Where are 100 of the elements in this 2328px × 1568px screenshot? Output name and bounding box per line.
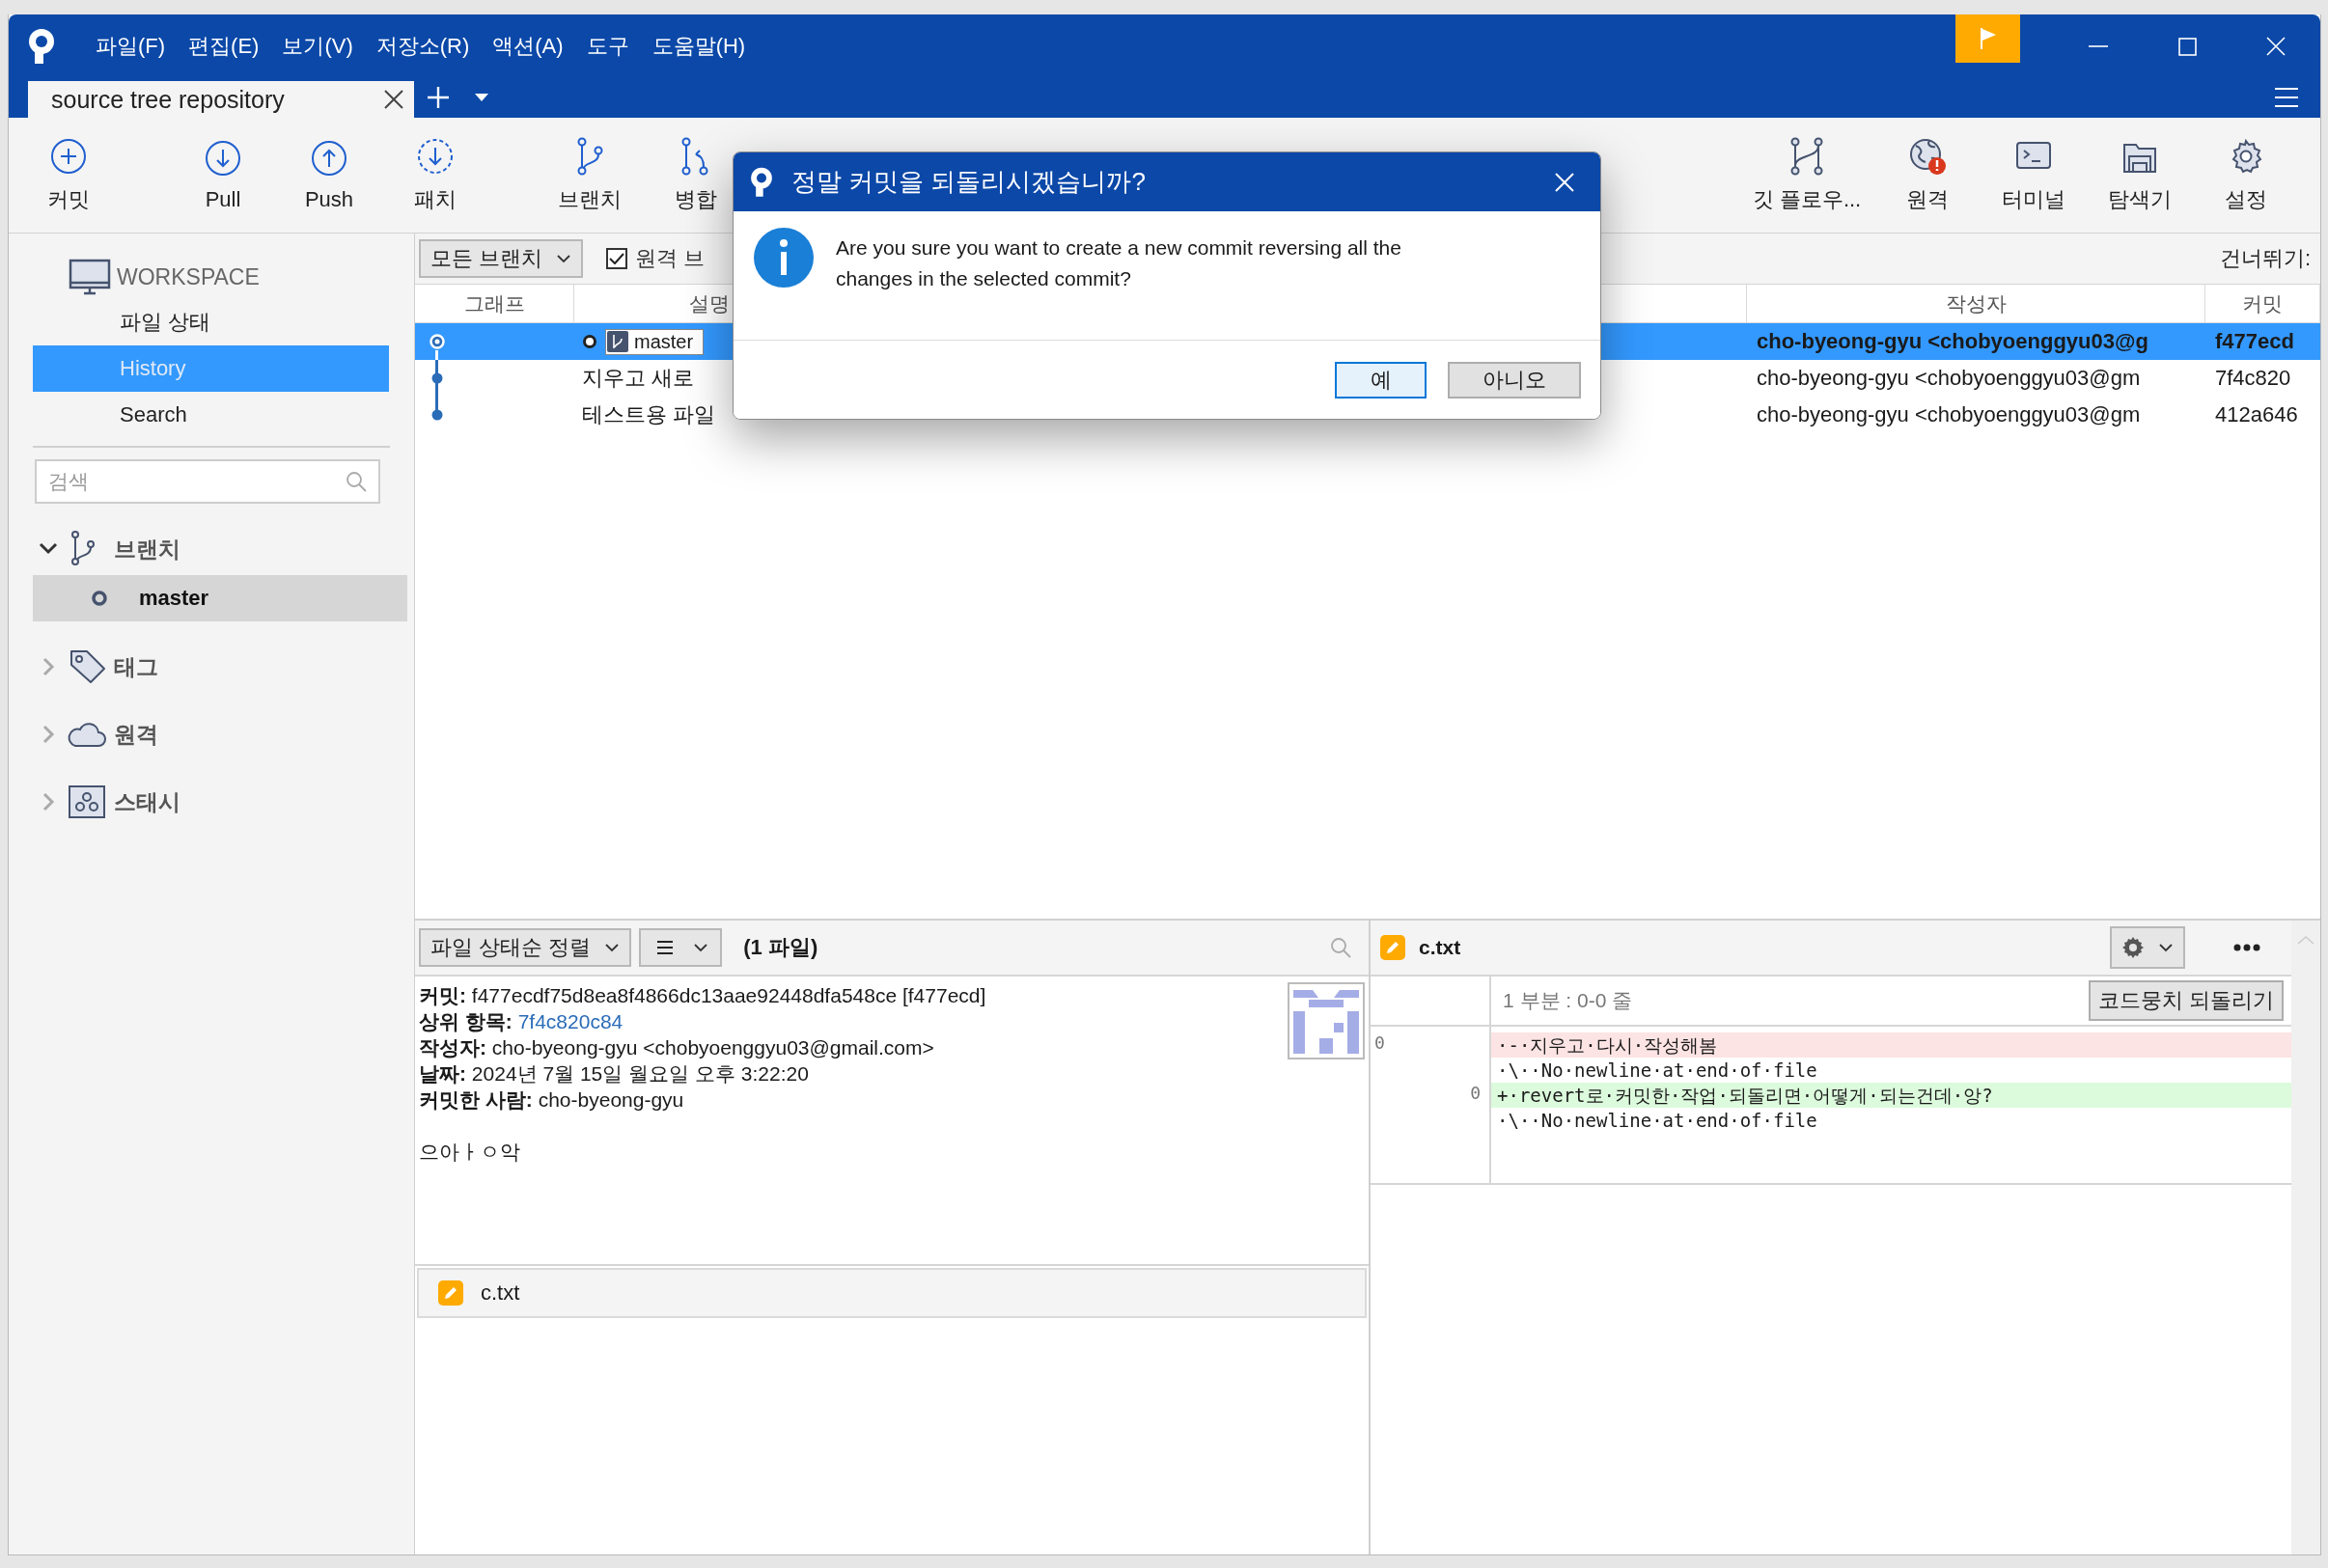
checkbox-label: 원격 브 xyxy=(635,245,706,272)
table-cell: cho-byeong-gyu <chobyoenggyu03@gm xyxy=(1757,366,2141,391)
diff-line: ·\··No·newline·at·end·of·file xyxy=(1496,1109,1818,1133)
table-cell: 412a646 xyxy=(2215,402,2298,427)
file-count: (1 파일) xyxy=(743,934,818,961)
toolbar-button[interactable]: 깃 플로우... xyxy=(1739,118,1874,233)
sidebar-group[interactable]: 원격 xyxy=(114,719,158,750)
settings-icon xyxy=(2121,936,2145,959)
caret-icon xyxy=(556,252,572,265)
toolbar-button[interactable]: 원격 xyxy=(1874,118,1981,233)
detail-label: 날짜: xyxy=(419,1062,466,1085)
download-icon xyxy=(416,136,455,176)
close-icon xyxy=(2266,37,2286,56)
search-field[interactable]: 검색 xyxy=(35,459,380,504)
menu-item[interactable]: 보기(V) xyxy=(274,27,361,65)
toolbar-button[interactable]: 브랜치 xyxy=(537,118,643,233)
diff-line: ·\··No·newline·at·end·of·file xyxy=(1496,1059,1818,1083)
plus-icon xyxy=(49,136,88,176)
detail-label: 상위 항목: xyxy=(419,1010,513,1032)
view-mode-dropdown[interactable] xyxy=(639,928,723,967)
toolbar-button[interactable]: 병합 xyxy=(643,118,749,233)
column-header[interactable]: 그래프 xyxy=(415,285,574,322)
pencil-icon xyxy=(1380,935,1405,960)
table-cell-text: 지우고 새로 xyxy=(582,365,695,392)
sidebar-item[interactable]: 파일 상태 xyxy=(33,299,389,345)
caret-icon xyxy=(604,941,621,954)
avatar-icon xyxy=(1288,982,1365,1059)
detail-value: cho-byeong-gyu xyxy=(538,1088,684,1111)
upload-icon xyxy=(310,138,348,178)
toolbar-button[interactable]: Pull xyxy=(170,118,276,233)
graph-node xyxy=(431,409,443,421)
branch-icon xyxy=(607,331,628,352)
hunk-header: 1 부분 : 0-0 줄 xyxy=(1503,988,1633,1013)
jump-label: 건너뛰기: xyxy=(2219,245,2311,272)
table-cell-text: 테스트용 파일 xyxy=(582,401,716,428)
menu-item[interactable]: 저장소(R) xyxy=(368,27,478,65)
dialog-title: 정말 커밋을 되돌리시겠습니까? xyxy=(791,166,1146,198)
menu-item[interactable]: 편집(E) xyxy=(180,27,267,65)
minimize-icon xyxy=(2089,45,2108,47)
detail-label: 커밋한 사람: xyxy=(419,1088,533,1111)
plus-icon xyxy=(426,85,451,110)
settings-dropdown[interactable] xyxy=(2110,926,2185,969)
toolbar-button[interactable]: 설정 xyxy=(2193,118,2299,233)
column-header[interactable]: 작성자 xyxy=(1747,285,2205,322)
section-title: WORKSPACE xyxy=(117,263,260,290)
file-list-item[interactable]: c.txt xyxy=(417,1268,1367,1318)
list-icon xyxy=(656,940,675,955)
toolbar-button[interactable]: 커밋 xyxy=(15,118,122,233)
table-cell: 7f4c820 xyxy=(2215,366,2291,391)
current-branch-icon xyxy=(91,590,108,607)
pencil-icon xyxy=(438,1280,463,1306)
caret-icon xyxy=(2158,941,2174,954)
scrollbar[interactable] xyxy=(2291,921,2320,1554)
menu-item[interactable]: 파일(F) xyxy=(88,27,174,65)
sidebar-group[interactable]: 브랜치 xyxy=(114,534,180,564)
checkmark-icon xyxy=(609,253,625,264)
scroll-up-icon xyxy=(2296,934,2315,946)
maximize-icon xyxy=(2177,37,2197,56)
checkbox[interactable] xyxy=(606,248,628,269)
file-name: c.txt xyxy=(1419,936,1461,959)
stash-icon xyxy=(68,783,106,821)
globe-alert-icon xyxy=(1908,136,1947,176)
menu-item[interactable]: 도움말(H) xyxy=(644,27,754,65)
commit-message: 으아ㅏㅇ악 xyxy=(419,1140,521,1165)
branch-item[interactable]: master xyxy=(33,575,407,621)
sidebar-group[interactable]: 스태시 xyxy=(114,786,180,817)
search-icon xyxy=(346,471,367,492)
detail-value: 2024년 7월 15일 월요일 오후 3:22:20 xyxy=(471,1062,809,1085)
menu-item[interactable]: 액션(A) xyxy=(485,27,571,65)
caret-icon xyxy=(474,93,489,102)
table-cell: cho-byeong-gyu <chobyoenggyu03@gm xyxy=(1757,402,2141,427)
repository-tab[interactable]: source tree repository xyxy=(28,81,414,118)
close-button[interactable] xyxy=(1554,171,1575,193)
dialog-button[interactable]: 아니오 xyxy=(1448,361,1581,399)
toolbar-button[interactable]: Push xyxy=(276,118,382,233)
revert-hunk-button[interactable]: 코드뭉치 되돌리기 xyxy=(2088,980,2284,1021)
line-number: 0 xyxy=(1373,1032,1386,1055)
table-cell: f477ecd xyxy=(2215,329,2294,354)
toolbar-button[interactable]: 패치 xyxy=(382,118,488,233)
toolbar-button[interactable]: 탐색기 xyxy=(2087,118,2193,233)
head-marker-icon xyxy=(582,334,597,349)
close-tab-button[interactable] xyxy=(383,89,404,110)
detail-label: 커밋: xyxy=(419,984,466,1006)
menu-item[interactable]: 도구 xyxy=(578,27,637,65)
monitor-icon xyxy=(69,259,111,295)
sidebar-group[interactable]: 태그 xyxy=(114,651,158,682)
close-icon xyxy=(1554,171,1575,193)
sort-dropdown[interactable]: 파일 상태순 정렬 xyxy=(419,928,632,967)
commit-link[interactable]: 7f4c820c84 xyxy=(517,1010,624,1032)
dialog-message: Are you sure you want to create a new commit reversing all the changes in the selected commit? xyxy=(836,235,1402,291)
toolbar-button[interactable]: 터미널 xyxy=(1981,118,2087,233)
info-icon xyxy=(753,227,815,289)
download-icon xyxy=(204,138,242,178)
dialog-button[interactable]: 예 xyxy=(1335,361,1427,399)
more-icon xyxy=(2233,944,2260,951)
column-header[interactable]: 커밋 xyxy=(2205,285,2320,322)
sidebar-item[interactable]: Search xyxy=(33,392,389,438)
caret-icon xyxy=(693,941,709,954)
commit-row[interactable]: 테스트용 파일 cho-byeong-gyu <chobyoenggyu03@gm 412a646 xyxy=(415,397,2320,433)
branch-dropdown[interactable]: 모든 브랜치 xyxy=(419,239,584,278)
